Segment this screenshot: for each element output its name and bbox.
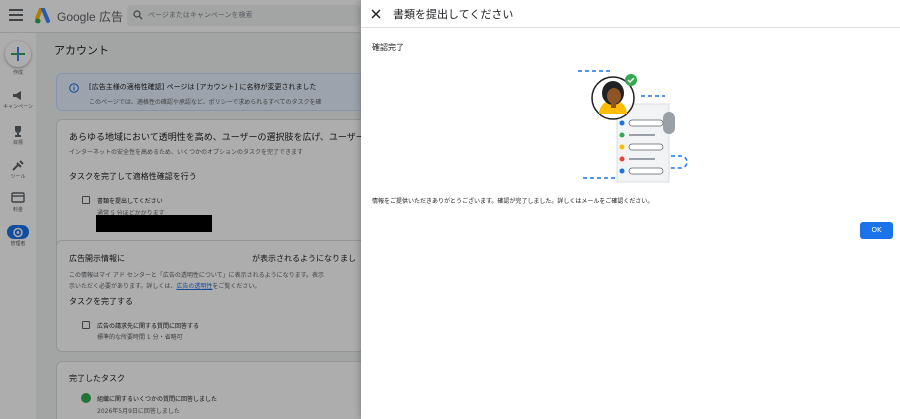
dialog-header: 書類を提出してください: [361, 0, 900, 28]
submit-documents-dialog: 書類を提出してください 確認完了 情報をご提供いただきありがとうございます。確認…: [361, 0, 900, 419]
close-icon[interactable]: [369, 7, 383, 21]
person-with-checklist-illustration: [578, 70, 688, 183]
modal-scrim[interactable]: [0, 0, 361, 419]
dialog-title: 書類を提出してください: [393, 8, 514, 21]
dialog-message: 情報をご提供いただきありがとうございます。確認が完了しました。詳しくはメールをご…: [372, 198, 654, 205]
dialog-subtitle: 確認完了: [372, 43, 404, 52]
ok-button[interactable]: OK: [860, 222, 893, 239]
